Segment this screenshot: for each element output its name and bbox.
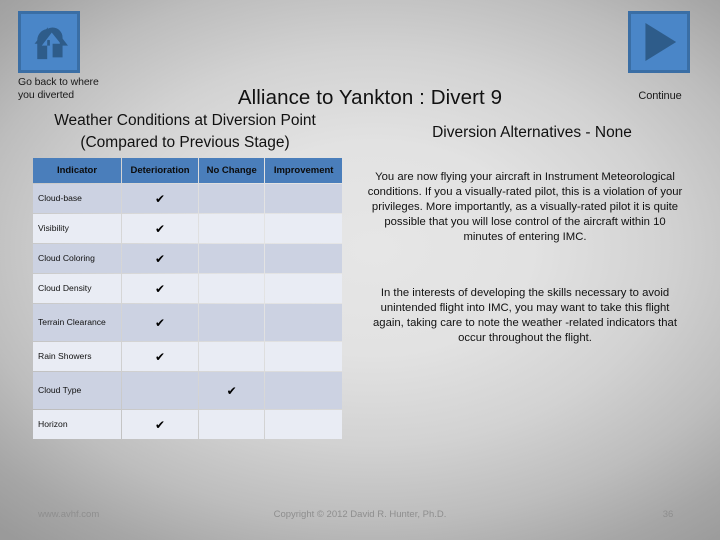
cell-improvement — [265, 184, 342, 213]
practice-advice-paragraph: In the interests of developing the skill… — [373, 287, 677, 345]
table-header-row: Indicator Deterioration No Change Improv… — [33, 158, 342, 183]
cell-indicator: Cloud Coloring — [33, 244, 121, 273]
cell-improvement — [265, 304, 342, 341]
cell-deterioration: ✔ — [122, 244, 199, 273]
imc-warning-paragraph: You are now flying your aircraft in Inst… — [367, 171, 683, 244]
cell-no-change — [199, 184, 265, 213]
cell-indicator: Horizon — [33, 410, 121, 439]
cell-indicator: Visibility — [33, 214, 121, 243]
column-header-no-change: No Change — [199, 158, 265, 183]
cell-indicator: Rain Showers — [33, 342, 121, 371]
cell-improvement — [265, 214, 342, 243]
cell-deterioration: ✔ — [122, 184, 199, 213]
play-triangle-icon — [631, 14, 687, 70]
cell-indicator: Cloud-base — [33, 184, 121, 213]
page-title: Alliance to Yankton : Divert 9 — [237, 86, 503, 109]
cell-deterioration: ✔ — [122, 304, 199, 341]
go-back-button[interactable] — [18, 11, 80, 73]
cell-deterioration: ✔ — [122, 274, 199, 303]
table-row: Cloud Density ✔ — [33, 274, 342, 303]
cell-deterioration: ✔ — [122, 410, 199, 439]
cell-no-change — [199, 214, 265, 243]
cell-improvement — [265, 244, 342, 273]
column-header-deterioration: Deterioration — [122, 158, 199, 183]
cell-deterioration: ✔ — [122, 214, 199, 243]
cell-indicator: Cloud Density — [33, 274, 121, 303]
go-back-label: Go back to where you diverted — [18, 76, 99, 101]
cell-improvement — [265, 342, 342, 371]
table-row: Visibility ✔ — [33, 214, 342, 243]
weather-conditions-subheading: (Compared to Previous Stage) — [80, 134, 290, 151]
cell-improvement — [265, 372, 342, 409]
cell-no-change: ✔ — [199, 372, 265, 409]
footer-url: www.avhf.com — [38, 509, 100, 520]
continue-label: Continue — [638, 90, 682, 102]
table-row: Horizon ✔ — [33, 410, 342, 439]
table-row: Terrain Clearance ✔ — [33, 304, 342, 341]
table-row: Cloud Coloring ✔ — [33, 244, 342, 273]
column-header-improvement: Improvement — [265, 158, 342, 183]
u-turn-arrow-icon — [21, 14, 77, 70]
column-header-indicator: Indicator — [33, 158, 121, 183]
cell-improvement — [265, 274, 342, 303]
cell-no-change — [199, 244, 265, 273]
weather-conditions-heading: Weather Conditions at Diversion Point — [54, 112, 316, 129]
footer-copyright: Copyright © 2012 David R. Hunter, Ph.D. — [273, 509, 447, 520]
cell-no-change — [199, 410, 265, 439]
table-row: Cloud Type ✔ — [33, 372, 342, 409]
continue-button[interactable] — [628, 11, 690, 73]
cell-no-change — [199, 274, 265, 303]
cell-indicator: Cloud Type — [33, 372, 121, 409]
cell-deterioration — [122, 372, 199, 409]
cell-improvement — [265, 410, 342, 439]
cell-indicator: Terrain Clearance — [33, 304, 121, 341]
cell-no-change — [199, 304, 265, 341]
cell-deterioration: ✔ — [122, 342, 199, 371]
table-row: Rain Showers ✔ — [33, 342, 342, 371]
cell-no-change — [199, 342, 265, 371]
diversion-alternatives-heading: Diversion Alternatives - None — [432, 124, 632, 141]
footer-page-number: 36 — [662, 509, 674, 520]
weather-indicator-table: Indicator Deterioration No Change Improv… — [32, 157, 343, 440]
slide-canvas: Go back to where you diverted Continue A… — [0, 0, 720, 540]
table-row: Cloud-base ✔ — [33, 184, 342, 213]
